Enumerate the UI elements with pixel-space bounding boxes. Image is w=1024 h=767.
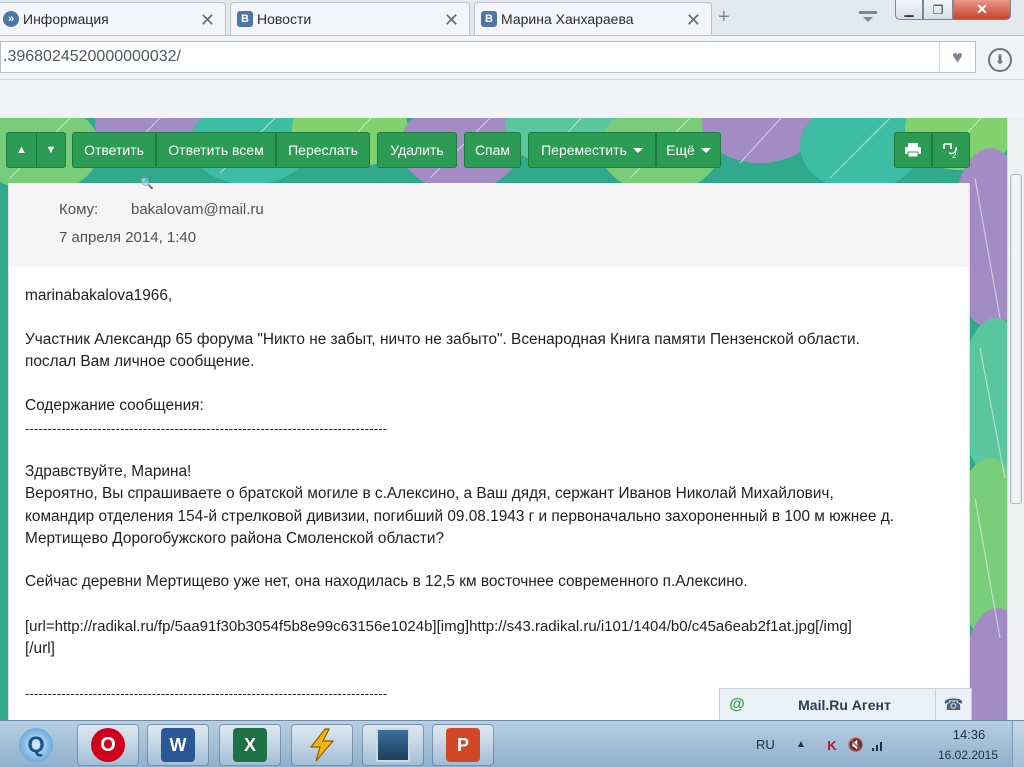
chevron-down-icon xyxy=(632,147,643,153)
previous-message-button[interactable]: ▲ xyxy=(6,132,36,168)
close-tab-icon[interactable]: ✕ xyxy=(686,10,701,31)
body-line: Участник Александр 65 форума "Никто не з… xyxy=(25,331,860,348)
tab-novosti[interactable]: В Новости ✕ xyxy=(230,2,470,35)
vk-icon: В xyxy=(481,11,497,27)
word-icon: W xyxy=(161,728,195,762)
move-dropdown[interactable]: Переместить xyxy=(528,132,656,168)
body-line: послал Вам личное сообщение. xyxy=(25,353,255,370)
close-window-button[interactable]: ✕ xyxy=(953,0,1011,20)
chevron-down-icon xyxy=(700,147,711,153)
tab-strip: » Информация ✕ В Новости ✕ В Марина Ханх… xyxy=(0,0,1024,36)
close-tab-icon[interactable]: ✕ xyxy=(200,10,215,31)
next-message-button[interactable]: ▼ xyxy=(36,132,66,168)
minimize-button[interactable]: ▁ xyxy=(895,0,923,20)
svg-text:2: 2 xyxy=(952,151,957,159)
windows-taskbar: Q O W X P RU ▲ K 🔇 14:36 16.02.2015 xyxy=(0,720,1024,767)
bookmark-heart-icon[interactable]: ♥ xyxy=(939,42,975,72)
printer-icon xyxy=(905,143,921,158)
more-dropdown[interactable]: Ещё xyxy=(656,132,721,168)
monitor-icon xyxy=(376,728,410,762)
close-tab-icon[interactable]: ✕ xyxy=(444,10,459,31)
body-divider: ----------------------------------------… xyxy=(25,686,388,701)
taskbar-app-excel[interactable]: X xyxy=(219,724,281,766)
phone-icon[interactable]: ☎ xyxy=(935,688,971,721)
agent-title: Mail.Ru Агент xyxy=(798,696,891,713)
to-address[interactable]: bakalovam@mail.ru xyxy=(131,201,264,218)
reply-button[interactable]: Ответить xyxy=(72,132,156,168)
header-cut-icon: 🔍 xyxy=(140,178,154,190)
scrollbar-thumb[interactable] xyxy=(1010,174,1022,504)
tab-label: Марина Ханхараева xyxy=(501,11,634,27)
mailru-agent-bar[interactable]: @ Mail.Ru Агент ☎ xyxy=(719,688,972,721)
kaspersky-icon[interactable]: K xyxy=(824,737,840,753)
address-bar[interactable]: .3968024520000000032/ ♥ xyxy=(0,41,976,73)
tab-informaciya[interactable]: » Информация ✕ xyxy=(0,2,226,35)
opera-icon: O xyxy=(91,728,125,762)
message-header: 🔍 Кому: bakalovam@mail.ru 7 апреля 2014,… xyxy=(8,178,970,267)
delete-button[interactable]: Удалить xyxy=(377,132,457,168)
taskbar-app-quicktime[interactable]: Q xyxy=(6,724,66,766)
body-divider: ----------------------------------------… xyxy=(25,421,388,436)
more-label: Ещё xyxy=(666,142,695,158)
print-button[interactable] xyxy=(894,132,932,168)
tab-marina-khankharaeva[interactable]: В Марина Ханхараева ✕ xyxy=(474,2,712,35)
move-label: Переместить xyxy=(541,142,627,158)
tab-list-icon[interactable] xyxy=(858,8,878,26)
translate-icon: 2 xyxy=(943,143,958,159)
powerpoint-icon: P xyxy=(446,728,480,762)
excel-icon: X xyxy=(233,728,267,762)
vk-icon: В xyxy=(237,11,253,27)
body-line: Мертищево Дорогобужского района Смоленск… xyxy=(25,530,445,547)
body-line: Сейчас деревни Мертищево уже нет, она на… xyxy=(25,573,748,590)
taskbar-app-word[interactable]: W xyxy=(147,724,209,766)
taskbar-app-powerpoint[interactable]: P xyxy=(432,724,494,766)
taskbar-app-opera[interactable]: O xyxy=(77,724,139,766)
body-line: [/url] xyxy=(25,640,55,657)
body-line: Содержание сообщения: xyxy=(25,397,204,414)
maximize-button[interactable]: ❐ xyxy=(923,0,953,20)
vk-icon: » xyxy=(3,11,19,27)
body-greeting: marinabakalova1966, xyxy=(25,287,173,304)
reply-all-button[interactable]: Ответить всем xyxy=(156,132,276,168)
tab-label: Информация xyxy=(23,11,109,27)
body-line: командир отделения 154-й стрелковой диви… xyxy=(25,508,894,525)
translate-button[interactable]: 2 xyxy=(932,132,970,168)
clock-date[interactable]: 16.02.2015 xyxy=(928,748,1008,762)
volume-muted-icon[interactable]: 🔇 xyxy=(848,737,864,753)
tab-label: Новости xyxy=(257,11,312,27)
network-signal-icon[interactable] xyxy=(870,737,886,753)
message-body: marinabakalova1966, Участник Александр 6… xyxy=(8,267,970,720)
address-url: .3968024520000000032/ xyxy=(3,48,181,65)
to-label: Кому: xyxy=(59,201,99,218)
quicktime-icon: Q xyxy=(19,728,53,762)
new-tab-button[interactable]: + xyxy=(718,6,730,29)
body-line: Вероятно, Вы спрашиваете о братской моги… xyxy=(25,485,834,502)
show-desktop-button[interactable] xyxy=(1012,721,1024,767)
toolbar-gap xyxy=(0,80,1024,118)
address-bar-row: .3968024520000000032/ ♥ ⬇ xyxy=(0,36,1024,80)
taskbar-app-winamp[interactable] xyxy=(291,724,353,766)
taskbar-app-screen[interactable] xyxy=(362,724,424,766)
forward-button[interactable]: Переслать xyxy=(276,132,370,168)
clock-time[interactable]: 14:36 xyxy=(934,727,1004,742)
body-line: Здравствуйте, Марина! xyxy=(25,463,192,480)
agent-at-icon: @ xyxy=(729,695,745,713)
keyboard-language[interactable]: RU xyxy=(756,737,775,752)
body-link: [url=http://radikal.ru/fp/5aa91f30b3054f… xyxy=(25,618,852,635)
message-date: 7 апреля 2014, 1:40 xyxy=(59,229,197,246)
winamp-bolt-icon xyxy=(305,728,339,762)
tray-expand-icon[interactable]: ▲ xyxy=(796,739,806,750)
page-scrollbar[interactable] xyxy=(1007,118,1024,720)
spam-button[interactable]: Спам xyxy=(464,132,521,168)
download-icon[interactable]: ⬇ xyxy=(988,48,1012,72)
